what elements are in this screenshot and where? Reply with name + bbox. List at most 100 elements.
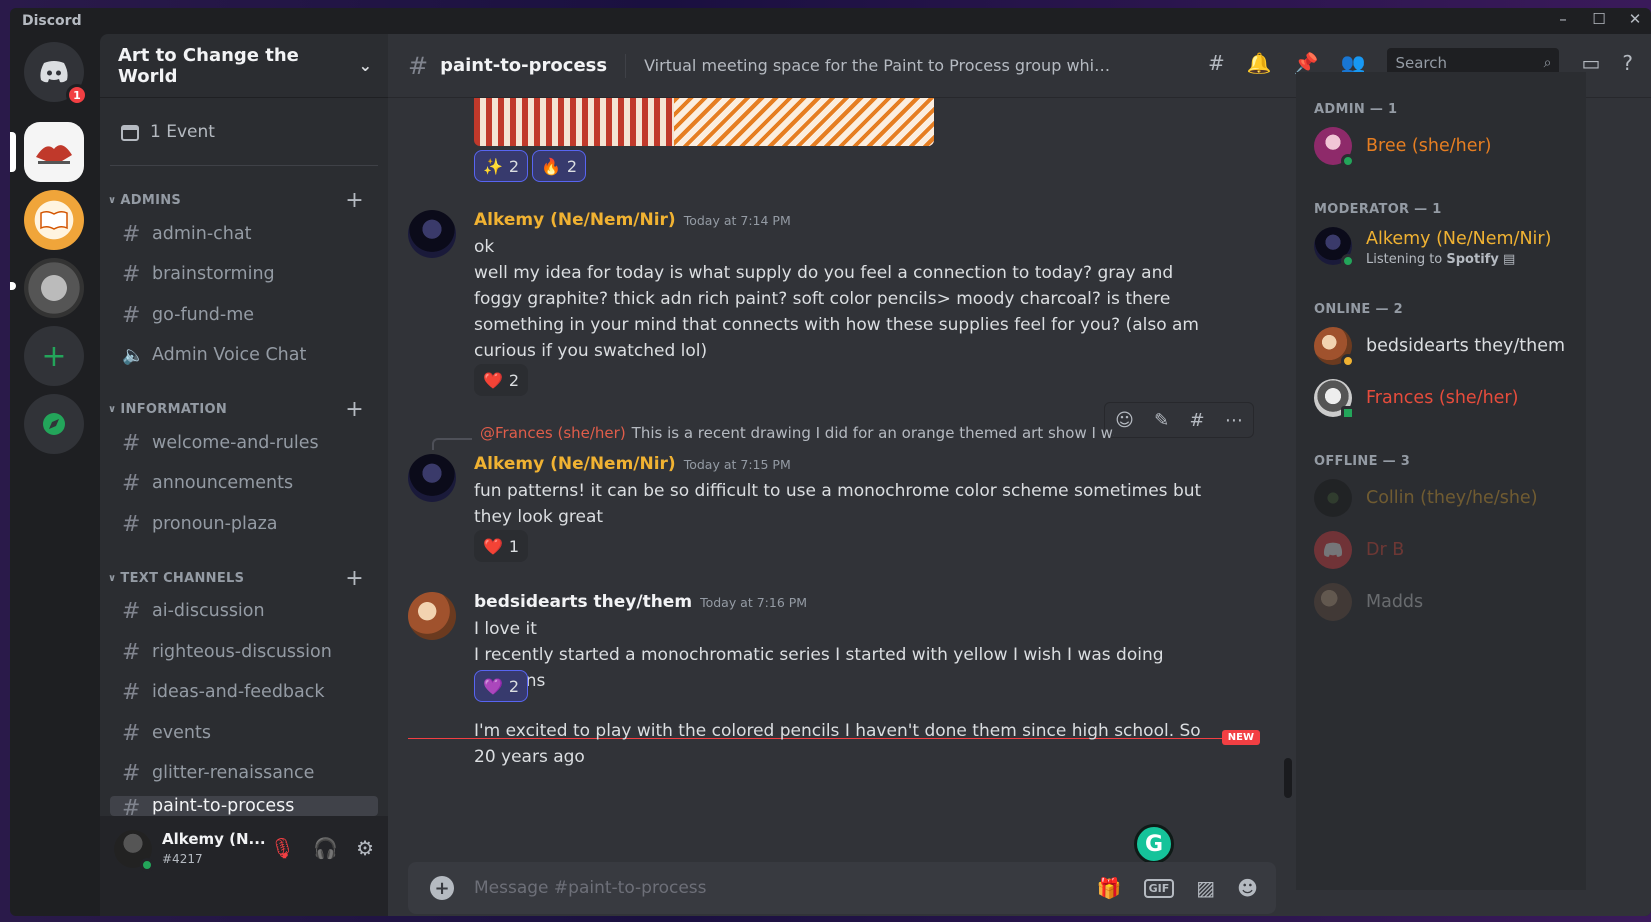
add-reaction-icon[interactable]: ☺ bbox=[1115, 410, 1134, 431]
message-author: Alkemy (Ne/Nem/Nir) Today at 7:14 PM bbox=[474, 210, 791, 230]
member-item[interactable]: Bree (she/her) bbox=[1314, 124, 1574, 168]
explore-servers-button[interactable] bbox=[24, 394, 84, 454]
author-name[interactable]: Alkemy (Ne/Nem/Nir) bbox=[474, 210, 676, 230]
message-line: ok bbox=[474, 237, 495, 257]
member-activity: Listening to Spotify ▤ bbox=[1366, 252, 1515, 267]
category-information[interactable]: ∨ INFORMATION + bbox=[108, 397, 378, 422]
member-group-title: OFFLINE — 3 bbox=[1314, 454, 1411, 469]
online-status-icon bbox=[140, 858, 154, 872]
gift-icon[interactable]: 🎁 bbox=[1097, 876, 1122, 900]
server-art-to-change-the-world[interactable] bbox=[10, 122, 84, 182]
bell-icon[interactable]: 🔔 bbox=[1247, 51, 1272, 75]
help-icon[interactable]: ? bbox=[1622, 51, 1633, 75]
channel-events[interactable]: # events bbox=[110, 715, 378, 751]
attachment-image[interactable] bbox=[474, 98, 934, 146]
reaction-sparkles[interactable]: ✨ 2 bbox=[474, 150, 529, 182]
threads-icon[interactable]: # bbox=[1208, 51, 1225, 75]
avatar[interactable] bbox=[408, 210, 456, 258]
channel-label: events bbox=[152, 723, 211, 743]
events-button[interactable]: 1 Event bbox=[110, 112, 378, 152]
minimize-icon[interactable]: – bbox=[1555, 10, 1571, 28]
message-body: fun patterns! it can be so difficult to … bbox=[474, 481, 1202, 527]
member-item[interactable]: Dr B bbox=[1314, 528, 1574, 572]
reaction-purple-heart[interactable]: 💜 2 bbox=[474, 670, 529, 702]
channel-brainstorming[interactable]: # brainstorming bbox=[110, 256, 378, 292]
category-text-channels[interactable]: ∨ TEXT CHANNELS + bbox=[108, 566, 378, 591]
emoji-icon[interactable]: ☻ bbox=[1237, 876, 1258, 900]
channel-pronoun-plaza[interactable]: # pronoun-plaza bbox=[110, 506, 378, 542]
create-channel-icon[interactable]: + bbox=[345, 188, 364, 213]
heart-icon: ❤️ bbox=[483, 370, 503, 390]
scrollbar[interactable] bbox=[1284, 758, 1292, 798]
edit-icon[interactable]: ✎ bbox=[1154, 410, 1169, 431]
channel-label: admin-chat bbox=[152, 224, 252, 244]
hash-icon: # bbox=[122, 470, 141, 496]
grammarly-icon[interactable]: G bbox=[1134, 824, 1174, 864]
composer-tools: 🎁 GIF ▨ ☻ bbox=[1097, 876, 1258, 900]
close-icon[interactable]: ✕ bbox=[1627, 10, 1643, 28]
search-placeholder: Search bbox=[1395, 54, 1448, 72]
member-item[interactable]: Madds bbox=[1314, 580, 1574, 624]
activity-prefix: Listening to bbox=[1366, 252, 1447, 267]
member-name: Bree (she/her) bbox=[1366, 136, 1492, 156]
reaction-heart[interactable]: ❤️ 2 bbox=[474, 364, 529, 396]
window-controls: – ☐ ✕ bbox=[1555, 10, 1643, 28]
active-server-pill bbox=[10, 132, 16, 172]
more-options-icon[interactable]: ⋯ bbox=[1225, 410, 1243, 431]
reply-preview[interactable]: @Frances (she/her) This is a recent draw… bbox=[474, 424, 1114, 442]
category-admins[interactable]: ∨ ADMINS + bbox=[108, 188, 378, 213]
create-channel-icon[interactable]: + bbox=[345, 397, 364, 422]
heart-icon: ❤️ bbox=[483, 536, 503, 556]
channel-glitter-renaissance[interactable]: # glitter-renaissance bbox=[110, 755, 378, 791]
channel-topic[interactable]: Virtual meeting space for the Paint to P… bbox=[644, 56, 1114, 75]
reaction-count: 2 bbox=[508, 156, 520, 176]
add-server-button[interactable]: + bbox=[24, 326, 84, 386]
channel-welcome-and-rules[interactable]: # welcome-and-rules bbox=[110, 425, 378, 461]
channel-go-fund-me[interactable]: # go-fund-me bbox=[110, 297, 378, 333]
avatar bbox=[1314, 127, 1355, 168]
create-thread-icon[interactable]: # bbox=[1189, 410, 1204, 431]
channel-admin-voice-chat[interactable]: 🔈 Admin Voice Chat bbox=[110, 337, 378, 373]
home-button[interactable]: 1 bbox=[24, 42, 88, 106]
avatar[interactable] bbox=[408, 592, 456, 640]
member-item[interactable]: bedsidearts they/them bbox=[1314, 324, 1574, 368]
channel-admin-chat[interactable]: # admin-chat bbox=[110, 216, 378, 252]
server-writing-group[interactable] bbox=[24, 190, 84, 250]
gear-icon[interactable]: ⚙ bbox=[356, 836, 374, 860]
author-name[interactable]: bedsidearts they/them bbox=[474, 592, 692, 612]
hash-icon: # bbox=[122, 511, 141, 537]
maximize-icon[interactable]: ☐ bbox=[1591, 10, 1607, 28]
avatar[interactable] bbox=[408, 454, 456, 502]
member-item[interactable]: Alkemy (Ne/Nem/Nir) Listening to Spotify… bbox=[1314, 218, 1574, 274]
author-name[interactable]: Alkemy (Ne/Nem/Nir) bbox=[474, 454, 676, 474]
channel-ai-discussion[interactable]: # ai-discussion bbox=[110, 593, 378, 629]
gif-button[interactable]: GIF bbox=[1143, 878, 1175, 898]
hash-icon: # bbox=[122, 639, 141, 665]
member-item[interactable]: Collin (they/he/she) bbox=[1314, 476, 1574, 520]
channel-righteous-discussion[interactable]: # righteous-discussion bbox=[110, 634, 378, 670]
channel-label: welcome-and-rules bbox=[152, 433, 319, 453]
message-input[interactable] bbox=[474, 878, 1097, 898]
create-channel-icon[interactable]: + bbox=[345, 566, 364, 591]
channel-announcements[interactable]: # announcements bbox=[110, 465, 378, 501]
reaction-fire[interactable]: 🔥 2 bbox=[532, 150, 587, 182]
chevron-down-icon: ∨ bbox=[108, 194, 117, 206]
idle-status-icon bbox=[1341, 354, 1355, 368]
server-future-authors[interactable] bbox=[10, 258, 84, 318]
channel-label: glitter-renaissance bbox=[152, 763, 315, 783]
avatar bbox=[1314, 379, 1355, 420]
channel-label: brainstorming bbox=[152, 264, 275, 284]
reaction-heart[interactable]: ❤️ 1 bbox=[474, 530, 529, 562]
channel-label: ideas-and-feedback bbox=[152, 682, 325, 702]
headphones-icon[interactable]: 🎧 bbox=[313, 836, 338, 860]
member-item[interactable]: Frances (she/her) bbox=[1314, 376, 1574, 420]
sticker-icon[interactable]: ▨ bbox=[1196, 876, 1215, 900]
channel-ideas-and-feedback[interactable]: # ideas-and-feedback bbox=[110, 674, 378, 710]
search-icon: ⌕ bbox=[1543, 55, 1552, 71]
user-panel: Alkemy (N... #4217 🎙 🎧 ⚙ bbox=[100, 816, 388, 916]
channel-paint-to-process[interactable]: # paint-to-process bbox=[110, 796, 378, 816]
hash-icon: # bbox=[122, 760, 141, 786]
guild-header[interactable]: Art to Change the World ⌄ bbox=[100, 34, 388, 98]
add-attachment-icon[interactable]: + bbox=[430, 876, 454, 900]
mute-microphone-icon[interactable]: 🎙 bbox=[270, 836, 295, 860]
